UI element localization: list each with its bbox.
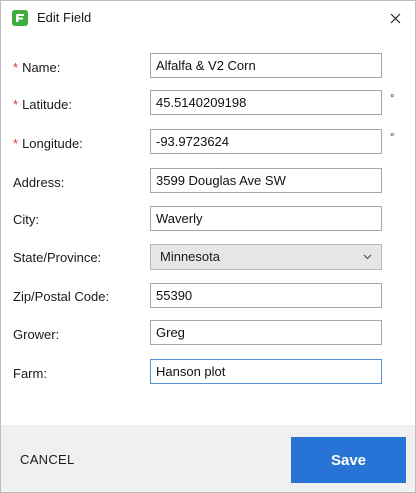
latitude-input[interactable] <box>150 90 382 115</box>
cancel-button[interactable]: CANCEL <box>20 452 75 467</box>
chevron-down-icon <box>363 254 372 260</box>
name-input[interactable] <box>150 53 382 78</box>
zip-input[interactable] <box>150 283 382 308</box>
required-marker: * <box>13 97 19 112</box>
latitude-degree-symbol: ° <box>390 93 395 105</box>
grower-input[interactable] <box>150 320 382 345</box>
state-selected-value: Minnesota <box>160 249 220 264</box>
state-label: State/Province: <box>13 250 102 265</box>
required-marker: * <box>13 60 19 75</box>
address-label: Address: <box>13 175 65 190</box>
city-input[interactable] <box>150 206 382 231</box>
address-input[interactable] <box>150 168 382 193</box>
state-select[interactable]: Minnesota <box>150 244 382 270</box>
latitude-label: * Latitude: <box>13 97 72 112</box>
farm-label: Farm: <box>13 366 47 381</box>
save-button[interactable]: Save <box>291 437 406 483</box>
title-bar: Edit Field <box>1 1 415 35</box>
farm-input[interactable] <box>150 359 382 384</box>
dialog-footer: CANCEL Save <box>1 425 415 492</box>
dialog-title: Edit Field <box>37 10 92 25</box>
edit-field-dialog: Edit Field *Name: *Latitude: ° *Longitud… <box>0 0 416 493</box>
grower-label: Grower: <box>13 327 60 342</box>
app-logo-icon <box>12 10 28 26</box>
longitude-input[interactable] <box>150 129 382 154</box>
longitude-degree-symbol: ° <box>390 132 395 144</box>
close-button[interactable] <box>383 6 407 30</box>
name-label: * Name: <box>13 60 61 75</box>
zip-label: Zip/Postal Code: <box>13 289 110 304</box>
longitude-label: * Longitude: <box>13 136 83 151</box>
required-marker: * <box>13 136 19 151</box>
close-icon <box>390 13 400 23</box>
city-label: City: <box>13 212 39 227</box>
